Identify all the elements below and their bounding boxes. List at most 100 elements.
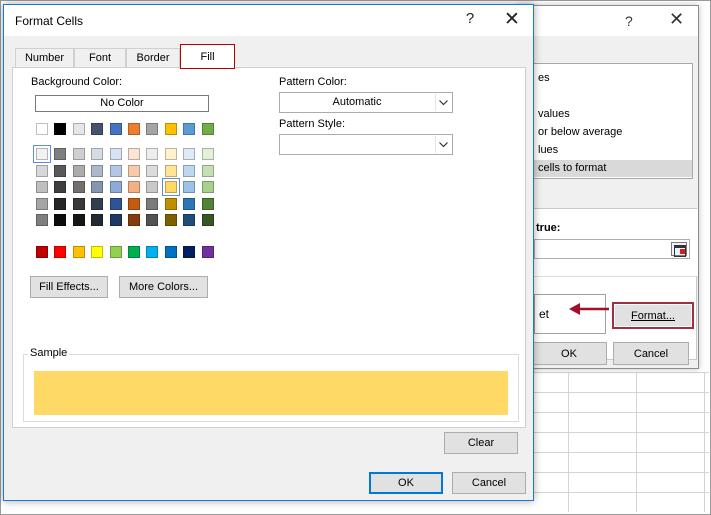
tab-font[interactable]: Font (74, 48, 126, 68)
pattern-style-select[interactable] (279, 134, 453, 155)
standard-color-swatch[interactable] (72, 246, 85, 258)
color-swatch[interactable] (128, 181, 140, 193)
rule-dialog-close-button[interactable]: ✕ (669, 9, 684, 30)
color-swatch[interactable] (201, 181, 214, 193)
standard-color-swatch[interactable] (109, 246, 122, 258)
standard-color-swatch[interactable] (201, 246, 214, 258)
color-swatch[interactable] (91, 123, 104, 135)
tab-border[interactable]: Border (126, 48, 180, 68)
range-picker-icon[interactable] (671, 242, 687, 257)
color-swatch[interactable] (128, 197, 140, 210)
rule-type-item[interactable]: values (538, 106, 570, 123)
color-swatch[interactable] (109, 164, 122, 177)
color-swatch[interactable] (164, 214, 177, 226)
rule-type-item[interactable]: es (538, 70, 550, 87)
standard-color-swatch[interactable] (91, 246, 104, 258)
color-swatch[interactable] (146, 197, 159, 210)
color-swatch[interactable] (146, 123, 159, 135)
color-swatch[interactable] (146, 181, 159, 193)
color-swatch[interactable] (183, 148, 196, 160)
color-swatch[interactable] (128, 214, 140, 226)
color-swatch[interactable] (164, 148, 177, 160)
worksheet-grid[interactable] (534, 372, 709, 512)
tab-fill[interactable]: Fill (180, 44, 235, 69)
clear-button[interactable]: Clear (444, 432, 518, 454)
rule-dialog-help-button[interactable]: ? (625, 13, 633, 29)
color-swatch[interactable] (161, 178, 180, 196)
no-color-button[interactable]: No Color (35, 95, 209, 112)
color-swatch[interactable] (183, 181, 196, 193)
color-swatch[interactable] (36, 164, 48, 177)
rule-type-list[interactable]: es values or below average lues cells to… (525, 63, 693, 179)
more-colors-button[interactable]: More Colors... (119, 276, 208, 298)
color-swatch[interactable] (54, 181, 67, 193)
color-swatch[interactable] (201, 123, 214, 135)
color-swatch[interactable] (109, 197, 122, 210)
color-swatch[interactable] (201, 214, 214, 226)
rule-type-item-selected[interactable]: cells to format (526, 160, 692, 177)
color-swatch[interactable] (164, 164, 177, 177)
color-swatch[interactable] (128, 164, 140, 177)
formula-input[interactable] (534, 239, 690, 259)
close-button[interactable]: ✕ (500, 8, 524, 32)
standard-color-swatch[interactable] (164, 246, 177, 258)
color-swatch[interactable] (109, 123, 122, 135)
color-swatch[interactable] (164, 123, 177, 135)
rule-ok-button[interactable]: OK (531, 342, 607, 365)
color-swatch[interactable] (91, 197, 104, 210)
format-button[interactable]: Format... (612, 302, 694, 329)
color-swatch[interactable] (36, 181, 48, 193)
color-swatch[interactable] (72, 164, 85, 177)
color-swatch[interactable] (72, 214, 85, 226)
color-swatch[interactable] (91, 181, 104, 193)
ok-button[interactable]: OK (369, 472, 443, 494)
color-swatch[interactable] (72, 197, 85, 210)
tab-number[interactable]: Number (15, 48, 74, 68)
color-swatch[interactable] (109, 148, 122, 160)
color-swatch[interactable] (183, 164, 196, 177)
color-swatch[interactable] (109, 214, 122, 226)
color-swatch[interactable] (36, 123, 48, 135)
color-swatch[interactable] (183, 123, 196, 135)
color-swatch[interactable] (33, 145, 51, 163)
rule-type-item[interactable]: or below average (538, 124, 622, 141)
color-swatch[interactable] (183, 214, 196, 226)
rule-cancel-button[interactable]: Cancel (613, 342, 689, 365)
color-swatch[interactable] (109, 181, 122, 193)
cancel-button[interactable]: Cancel (452, 472, 526, 494)
color-swatch[interactable] (72, 123, 85, 135)
color-swatch[interactable] (146, 148, 159, 160)
standard-color-swatch[interactable] (128, 246, 140, 258)
color-swatch[interactable] (54, 214, 67, 226)
color-swatch[interactable] (201, 197, 214, 210)
color-swatch[interactable] (54, 123, 67, 135)
color-swatch[interactable] (36, 214, 48, 226)
color-swatch[interactable] (201, 164, 214, 177)
color-swatch[interactable] (164, 197, 177, 210)
standard-color-swatch[interactable] (183, 246, 196, 258)
color-swatch[interactable] (128, 123, 140, 135)
standard-color-swatch[interactable] (36, 246, 48, 258)
color-swatch[interactable] (54, 197, 67, 210)
color-swatch[interactable] (91, 164, 104, 177)
color-swatch[interactable] (128, 148, 140, 160)
color-swatch[interactable] (54, 164, 67, 177)
color-swatch[interactable] (36, 197, 48, 210)
color-swatch[interactable] (183, 197, 196, 210)
pattern-color-select[interactable]: Automatic (279, 92, 453, 113)
color-swatch[interactable] (72, 148, 85, 160)
color-swatch[interactable] (201, 148, 214, 160)
standard-color-swatch[interactable] (146, 246, 159, 258)
fill-effects-button[interactable]: Fill Effects... (30, 276, 108, 298)
help-button[interactable]: ? (459, 10, 481, 32)
color-swatch[interactable] (91, 214, 104, 226)
color-swatch[interactable] (72, 181, 85, 193)
color-swatch[interactable] (146, 214, 159, 226)
chevron-down-icon[interactable] (435, 136, 451, 153)
color-swatch[interactable] (146, 164, 159, 177)
rule-type-item[interactable]: lues (538, 142, 558, 159)
color-swatch[interactable] (91, 148, 104, 160)
color-swatch[interactable] (54, 148, 67, 160)
standard-color-swatch[interactable] (54, 246, 67, 258)
chevron-down-icon[interactable] (435, 94, 451, 111)
